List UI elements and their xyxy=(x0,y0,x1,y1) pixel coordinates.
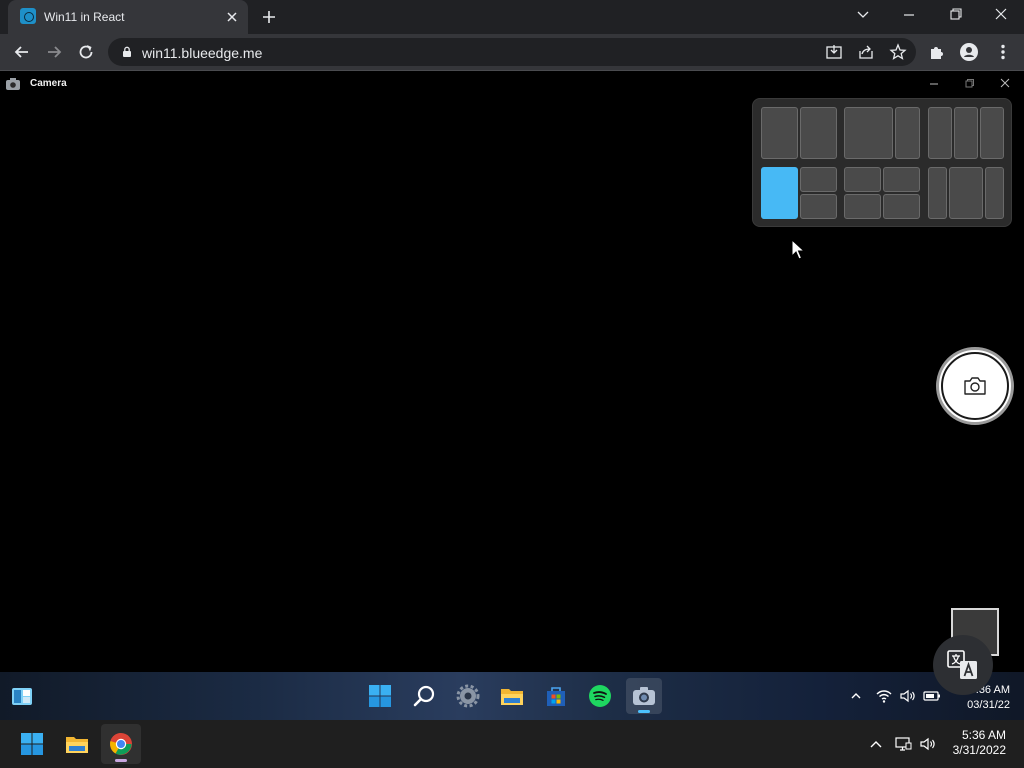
snap-zone-narrow-left[interactable] xyxy=(928,167,947,219)
camera-app-icon xyxy=(6,78,20,90)
os-windows-logo-icon xyxy=(21,733,43,755)
snap-layout-thirds xyxy=(928,107,1004,159)
os-show-hidden-icons-chevron-up-icon[interactable] xyxy=(867,735,885,753)
wifi-icon[interactable] xyxy=(875,687,893,705)
close-window-icon[interactable] xyxy=(978,0,1024,32)
reload-icon[interactable] xyxy=(73,39,99,65)
inner-win11-taskbar xyxy=(0,672,1024,720)
restore-icon[interactable] xyxy=(932,0,978,32)
forward-arrow-icon[interactable] xyxy=(41,39,67,65)
windows-taskbar xyxy=(0,720,1024,768)
camera-shutter-icon xyxy=(964,377,986,395)
camera-titlebar[interactable]: Camera xyxy=(0,71,1024,97)
settings-button[interactable] xyxy=(450,678,486,714)
browser-tab-strip: Win11 in React xyxy=(0,0,1024,34)
volume-speaker-icon[interactable] xyxy=(899,687,917,705)
battery-icon[interactable] xyxy=(923,687,941,705)
search-icon xyxy=(413,685,435,707)
snap-zone-left-active[interactable] xyxy=(761,167,798,219)
address-bar[interactable]: win11.blueedge.me xyxy=(108,38,916,66)
store-bag-icon xyxy=(547,687,565,706)
windows-logo-icon xyxy=(369,685,391,707)
camera-restore-icon[interactable] xyxy=(958,75,980,93)
network-monitor-icon[interactable] xyxy=(894,735,912,753)
share-icon[interactable] xyxy=(856,42,876,62)
browser-tab[interactable]: Win11 in React xyxy=(8,0,248,34)
os-file-explorer-button[interactable] xyxy=(57,724,97,764)
spotify-icon xyxy=(589,685,611,707)
translate-icon xyxy=(947,650,977,679)
camera-window-title: Camera xyxy=(30,78,67,89)
chrome-logo-icon xyxy=(110,733,132,755)
snap-zone-left-half[interactable] xyxy=(761,107,798,159)
minimize-icon[interactable] xyxy=(886,0,932,32)
take-photo-button[interactable] xyxy=(936,347,1014,425)
snap-zone-center[interactable] xyxy=(949,167,983,219)
new-tab-button[interactable] xyxy=(258,6,280,28)
os-taskbar-clock[interactable]: 5:36 AM 3/31/2022 xyxy=(940,728,1006,758)
spotify-button[interactable] xyxy=(582,678,618,714)
snap-zone-quad-4[interactable] xyxy=(883,194,920,219)
store-button[interactable] xyxy=(538,678,574,714)
translate-floating-button[interactable] xyxy=(933,635,993,695)
file-explorer-button[interactable] xyxy=(494,678,530,714)
camera-window: Camera xyxy=(0,71,1024,672)
tab-title: Win11 in React xyxy=(44,10,125,24)
snap-layout-two-thirds xyxy=(844,107,920,159)
os-folder-icon xyxy=(66,737,88,753)
os-start-button[interactable] xyxy=(12,724,52,764)
snap-layouts-flyout xyxy=(752,98,1012,227)
folder-icon xyxy=(501,689,523,705)
snap-zone-third-3[interactable] xyxy=(980,107,1004,159)
install-icon[interactable] xyxy=(824,42,844,62)
snap-layout-center-wide xyxy=(928,167,1004,219)
profile-person-icon[interactable] xyxy=(956,39,982,65)
snap-zone-third-1[interactable] xyxy=(928,107,952,159)
extensions-puzzle-icon[interactable] xyxy=(924,39,950,65)
snap-zone-quad-1[interactable] xyxy=(844,167,881,192)
snap-layout-halves xyxy=(761,107,837,159)
widgets-icon xyxy=(12,688,32,705)
camera-icon xyxy=(633,687,655,705)
lock-icon[interactable] xyxy=(120,45,134,59)
snap-zone-quad-3[interactable] xyxy=(844,194,881,219)
snap-zone-left-two-thirds[interactable] xyxy=(844,107,893,159)
inner-clock-date: 03/31/22 xyxy=(967,699,1010,711)
os-clock-date: 3/31/2022 xyxy=(952,743,1006,757)
snap-zone-narrow-right[interactable] xyxy=(985,167,1004,219)
tab-search-chevron-down-icon[interactable] xyxy=(840,0,886,32)
os-clock-time: 5:36 AM xyxy=(961,728,1006,742)
kebab-menu-icon[interactable] xyxy=(990,39,1016,65)
snap-zone-right-third[interactable] xyxy=(895,107,920,159)
camera-taskbar-button[interactable] xyxy=(626,678,662,714)
site-favicon-icon xyxy=(20,8,36,24)
mouse-pointer-icon xyxy=(791,239,805,261)
camera-minimize-icon[interactable] xyxy=(923,75,945,93)
gear-icon xyxy=(456,684,480,708)
browser-toolbar: win11.blueedge.me xyxy=(0,34,1024,70)
os-volume-speaker-icon[interactable] xyxy=(919,735,937,753)
snap-zone-third-2[interactable] xyxy=(954,107,978,159)
tab-close-icon[interactable] xyxy=(222,7,242,27)
start-button[interactable] xyxy=(362,678,398,714)
snap-zone-quad-2[interactable] xyxy=(883,167,920,192)
os-chrome-button[interactable] xyxy=(101,724,141,764)
camera-close-icon[interactable] xyxy=(994,75,1016,93)
url-text: win11.blueedge.me xyxy=(142,45,263,61)
snap-zone-bottom-right[interactable] xyxy=(800,194,837,219)
star-bookmark-icon[interactable] xyxy=(888,42,908,62)
snap-zone-right-half[interactable] xyxy=(800,107,837,159)
snap-layout-left-plus-stack xyxy=(761,167,837,219)
back-arrow-icon[interactable] xyxy=(9,39,35,65)
snap-layout-quadrants xyxy=(844,167,920,219)
search-button[interactable] xyxy=(406,678,442,714)
show-hidden-icons-chevron-up-icon[interactable] xyxy=(847,687,865,705)
widgets-button[interactable] xyxy=(4,678,40,714)
snap-zone-top-right[interactable] xyxy=(800,167,837,192)
